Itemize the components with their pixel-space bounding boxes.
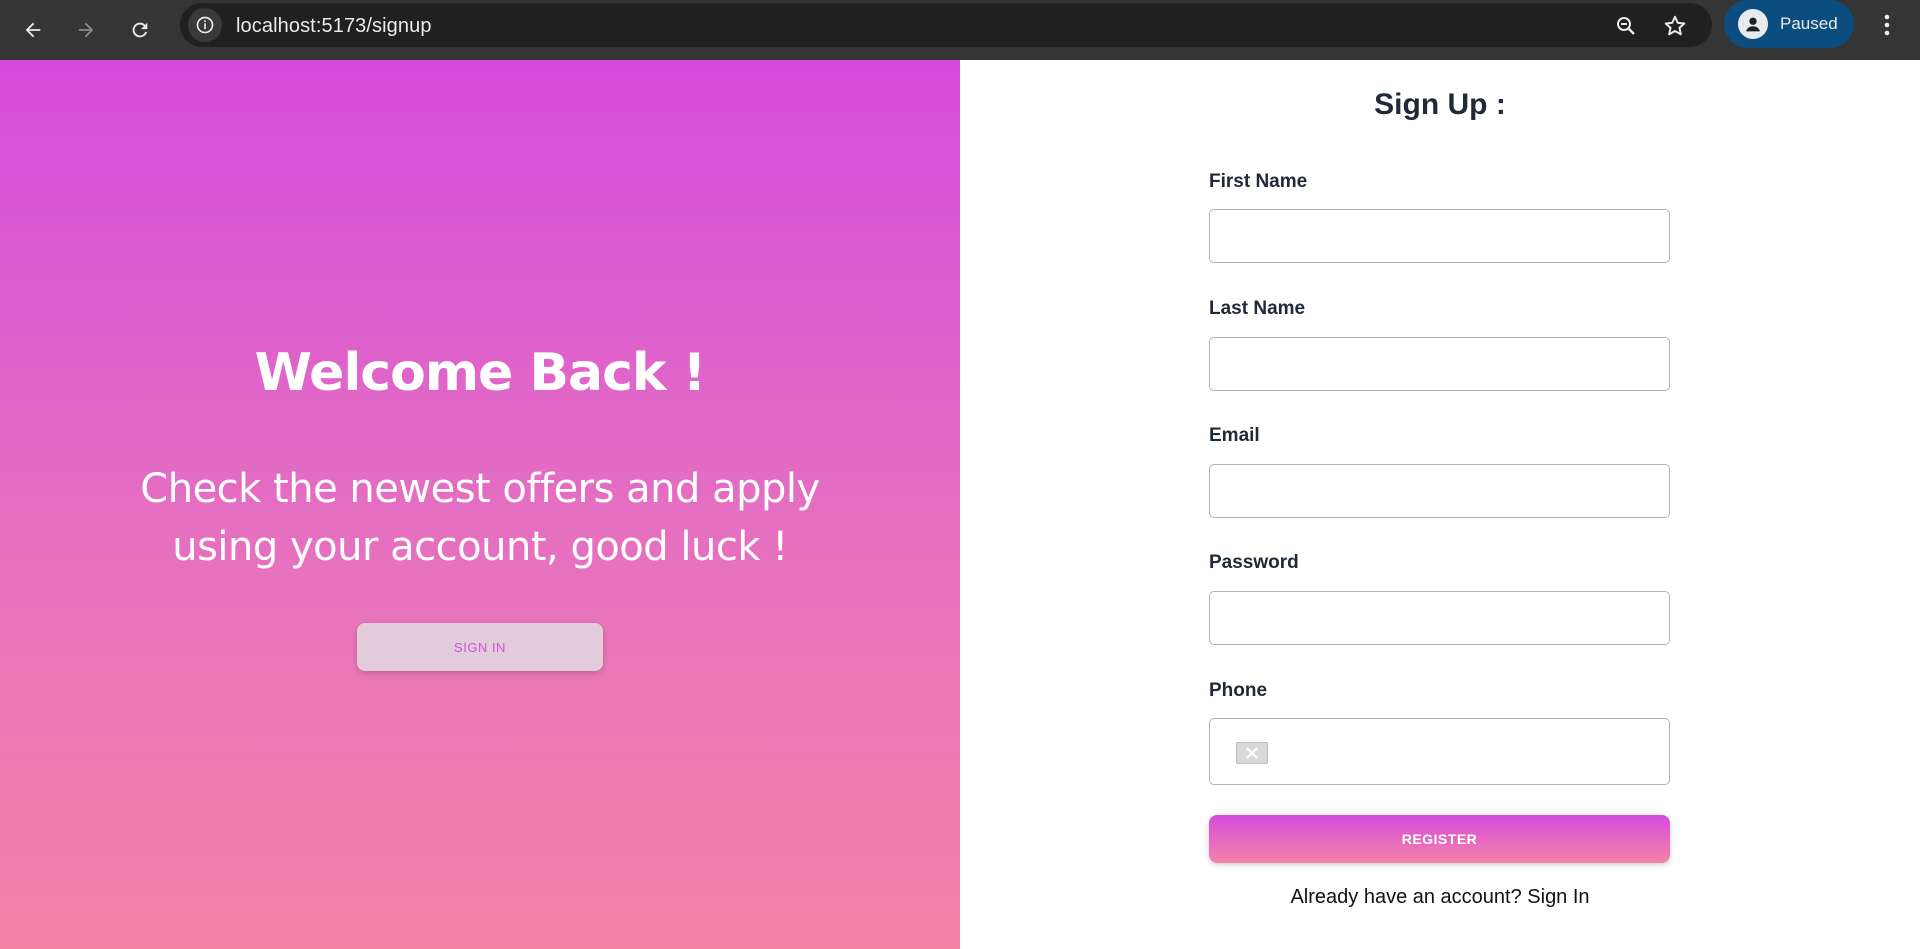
form-title: Sign Up :: [1374, 88, 1506, 121]
email-input[interactable]: [1209, 464, 1670, 518]
reload-button[interactable]: [122, 12, 158, 48]
phone-input[interactable]: [1209, 718, 1670, 785]
forward-button[interactable]: [68, 12, 104, 48]
last-name-label: Last Name: [1209, 298, 1306, 319]
browser-toolbar: localhost:5173/signup Paused: [0, 0, 1920, 60]
bookmark-button[interactable]: [1661, 12, 1689, 40]
back-arrow-icon: [25, 22, 41, 38]
welcome-message-line-2: using your account, good luck !: [172, 524, 788, 570]
password-label: Password: [1209, 552, 1299, 573]
welcome-panel: Welcome Back ! Check the newest offers a…: [0, 60, 960, 949]
register-button[interactable]: REGISTER: [1209, 815, 1670, 863]
star-icon: [1664, 15, 1686, 36]
welcome-message: Check the newest offers and apply using …: [130, 460, 830, 576]
kebab-menu-icon: [1884, 14, 1890, 36]
browser-menu-button[interactable]: [1872, 10, 1902, 40]
phone-label: Phone: [1209, 680, 1268, 701]
first-name-label: First Name: [1209, 171, 1308, 192]
profile-button[interactable]: Paused: [1724, 0, 1854, 48]
back-button[interactable]: [15, 12, 51, 48]
welcome-message-line-1: Check the newest offers and apply: [140, 466, 820, 512]
broken-flag-icon[interactable]: [1236, 742, 1268, 764]
address-bar[interactable]: localhost:5173/signup: [180, 3, 1712, 47]
reload-icon: [132, 22, 148, 38]
person-icon: [1738, 9, 1768, 39]
site-info-button[interactable]: [188, 8, 222, 42]
zoom-icon: [1617, 17, 1635, 35]
zoom-button[interactable]: [1612, 12, 1640, 40]
url-text[interactable]: localhost:5173/signup: [236, 15, 432, 38]
password-input[interactable]: [1209, 591, 1670, 645]
info-icon: [196, 16, 214, 34]
last-name-input[interactable]: [1209, 337, 1670, 391]
email-label: Email: [1209, 425, 1260, 446]
sign-in-link[interactable]: Already have an account? Sign In: [960, 886, 1920, 909]
first-name-input[interactable]: [1209, 209, 1670, 263]
profile-status: Paused: [1780, 14, 1838, 33]
welcome-title: Welcome Back !: [254, 343, 707, 403]
sign-in-button[interactable]: SIGN IN: [357, 623, 603, 671]
forward-arrow-icon: [78, 22, 94, 38]
